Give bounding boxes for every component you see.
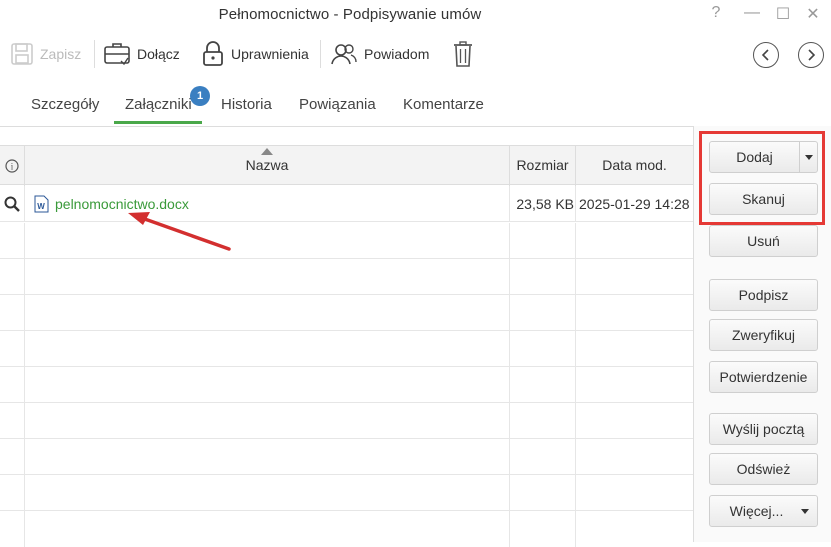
- next-button[interactable]: [798, 42, 824, 68]
- table-row-empty: [0, 475, 693, 511]
- help-button[interactable]: ?: [706, 4, 726, 22]
- highlight-box: [699, 131, 825, 225]
- size-column-header[interactable]: Rozmiar: [510, 146, 576, 186]
- attachments-table: i Nazwa Rozmiar Data mod. W pelnomocnict…: [0, 126, 693, 547]
- tab-bar: Szczegóły Załączniki 1 Historia Powiązan…: [0, 86, 690, 126]
- delete-button[interactable]: [452, 38, 480, 70]
- info-column-header[interactable]: i: [0, 146, 25, 186]
- row-name-cell[interactable]: W pelnomocnictwo.docx: [25, 186, 510, 222]
- svg-text:W: W: [37, 202, 45, 211]
- refresh-button[interactable]: Odśwież: [709, 453, 818, 485]
- remove-button[interactable]: Usuń: [709, 225, 818, 257]
- previous-button[interactable]: [753, 42, 779, 68]
- sort-ascending-icon: [261, 148, 273, 155]
- save-button[interactable]: Zapisz: [10, 38, 81, 70]
- attach-label: Dołącz: [137, 46, 180, 62]
- more-label: Więcej...: [729, 503, 784, 519]
- tab-relations[interactable]: Powiązania: [299, 96, 376, 121]
- row-size-cell: 23,58 KB: [510, 186, 576, 222]
- sign-button[interactable]: Podpisz: [709, 279, 818, 311]
- table-row-empty: [0, 331, 693, 367]
- row-date-cell: 2025-01-29 14:28: [579, 196, 690, 212]
- confirmation-button[interactable]: Potwierdzenie: [709, 361, 818, 393]
- notify-button[interactable]: Powiadom: [330, 38, 429, 70]
- lock-icon: [203, 41, 223, 66]
- trash-icon: [454, 41, 472, 67]
- notify-label: Powiadom: [364, 46, 430, 62]
- table-row[interactable]: W pelnomocnictwo.docx 23,58 KB 2025-01-2…: [0, 186, 693, 222]
- users-icon: [331, 44, 357, 65]
- minimize-button[interactable]: —: [742, 4, 762, 22]
- save-label: Zapisz: [40, 46, 82, 62]
- attach-button[interactable]: Dołącz: [103, 38, 180, 70]
- name-column-header[interactable]: Nazwa: [25, 146, 510, 186]
- floppy-disk-icon: [11, 43, 33, 65]
- more-button[interactable]: Więcej...: [709, 495, 818, 527]
- tab-comments[interactable]: Komentarze: [403, 96, 484, 121]
- tab-details[interactable]: Szczegóły: [31, 96, 99, 121]
- caret-down-icon: [801, 509, 809, 514]
- table-row-empty: [0, 403, 693, 439]
- date-column-header[interactable]: Data mod.: [576, 146, 693, 186]
- close-button[interactable]: ✕: [803, 4, 823, 24]
- tab-attachments[interactable]: Załączniki: [114, 96, 202, 124]
- table-header: i Nazwa Rozmiar Data mod.: [0, 145, 693, 186]
- table-row-empty: [0, 367, 693, 403]
- chevron-right-icon: [808, 49, 816, 61]
- permissions-button[interactable]: Uprawnienia: [201, 38, 309, 70]
- table-row-empty: [0, 295, 693, 331]
- table-row-empty: [0, 259, 693, 295]
- svg-text:i: i: [11, 162, 14, 172]
- info-icon: i: [5, 159, 19, 173]
- toolbar-divider: [320, 40, 321, 68]
- maximize-button[interactable]: ☐: [773, 4, 793, 24]
- row-preview-cell[interactable]: [0, 186, 25, 222]
- send-post-button[interactable]: Wyślij pocztą: [709, 413, 818, 445]
- magnifier-icon: [4, 196, 20, 212]
- chevron-left-icon: [761, 49, 769, 61]
- briefcase-attach-icon: [104, 43, 130, 66]
- table-row-empty: [0, 223, 693, 259]
- title-bar: Pełnomocnictwo - Podpisywanie umów ? — ☐…: [0, 0, 831, 30]
- permissions-label: Uprawnienia: [231, 46, 309, 62]
- name-column-label: Nazwa: [245, 157, 289, 173]
- verify-button[interactable]: Zweryfikuj: [709, 319, 818, 351]
- tab-history[interactable]: Historia: [221, 96, 272, 121]
- table-row-empty: [0, 439, 693, 475]
- window-title: Pełnomocnictwo - Podpisywanie umów: [218, 6, 482, 23]
- toolbar-divider: [94, 40, 95, 68]
- toolbar: Zapisz Dołącz Uprawnienia Powiadom: [0, 34, 831, 74]
- file-name-link[interactable]: pelnomocnictwo.docx: [55, 186, 189, 222]
- attachments-count-badge: 1: [190, 86, 210, 106]
- word-document-icon: W: [34, 195, 49, 213]
